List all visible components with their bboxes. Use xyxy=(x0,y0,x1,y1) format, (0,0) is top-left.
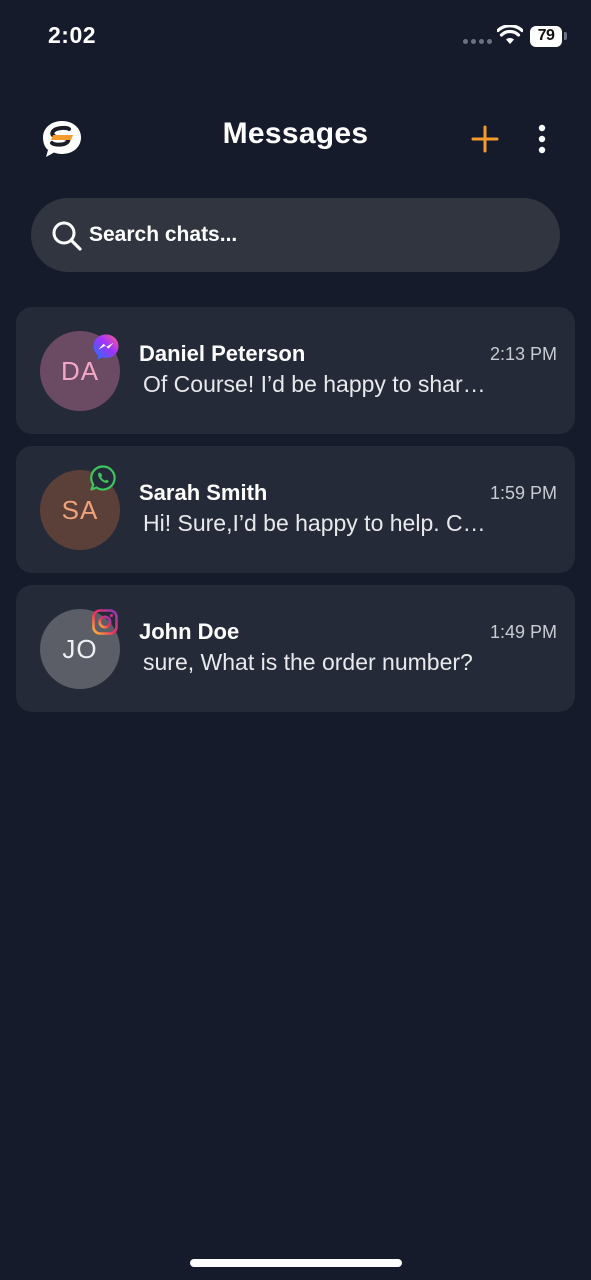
chat-item-john-doe[interactable]: JO John Doe 1:49 PM sure, What is the or… xyxy=(16,585,575,712)
avatar-initials: SA xyxy=(61,494,99,525)
contact-name: Sarah Smith xyxy=(139,480,268,505)
search-icon xyxy=(52,221,82,251)
contact-name: Daniel Peterson xyxy=(139,341,306,366)
chat-list: DA Daniel Peterson 2:13 PM Of Course! I’… xyxy=(16,307,575,724)
home-indicator[interactable] xyxy=(190,1259,402,1267)
message-time: 2:13 PM xyxy=(489,344,557,364)
messenger-icon xyxy=(93,334,119,360)
search-bar[interactable] xyxy=(31,198,560,272)
more-options-button[interactable] xyxy=(532,124,552,154)
avatar-initials: JO xyxy=(62,633,98,664)
message-preview: Hi! Sure,I’d be happy to help. Could you… xyxy=(143,510,493,536)
battery-level: 79 xyxy=(530,25,562,47)
cellular-signal-icon xyxy=(463,39,492,44)
chat-item-daniel-peterson[interactable]: DA Daniel Peterson 2:13 PM Of Course! I’… xyxy=(16,307,575,434)
status-bar: 2:02 79 xyxy=(0,0,591,74)
chat-item-sarah-smith[interactable]: SA Sarah Smith 1:59 PM Hi! Sure,I’d be h… xyxy=(16,446,575,573)
wifi-icon xyxy=(497,25,523,44)
message-time: 1:59 PM xyxy=(489,483,557,503)
vertical-dots-icon xyxy=(538,124,546,154)
message-time: 1:49 PM xyxy=(489,622,557,642)
message-preview: sure, What is the order number? xyxy=(143,649,473,675)
contact-name: John Doe xyxy=(139,619,240,644)
battery-indicator: 79 xyxy=(530,25,567,47)
page-title: Messages xyxy=(222,117,369,150)
add-chat-button[interactable] xyxy=(470,124,500,154)
status-time: 2:02 xyxy=(48,22,97,48)
plus-icon xyxy=(471,125,499,153)
header: Messages xyxy=(0,100,591,180)
search-input[interactable] xyxy=(89,198,529,272)
instagram-icon xyxy=(92,609,118,635)
battery-tip xyxy=(564,32,567,40)
whatsapp-icon xyxy=(90,465,116,491)
message-preview: Of Course! I’d be happy to share more de… xyxy=(143,371,493,397)
